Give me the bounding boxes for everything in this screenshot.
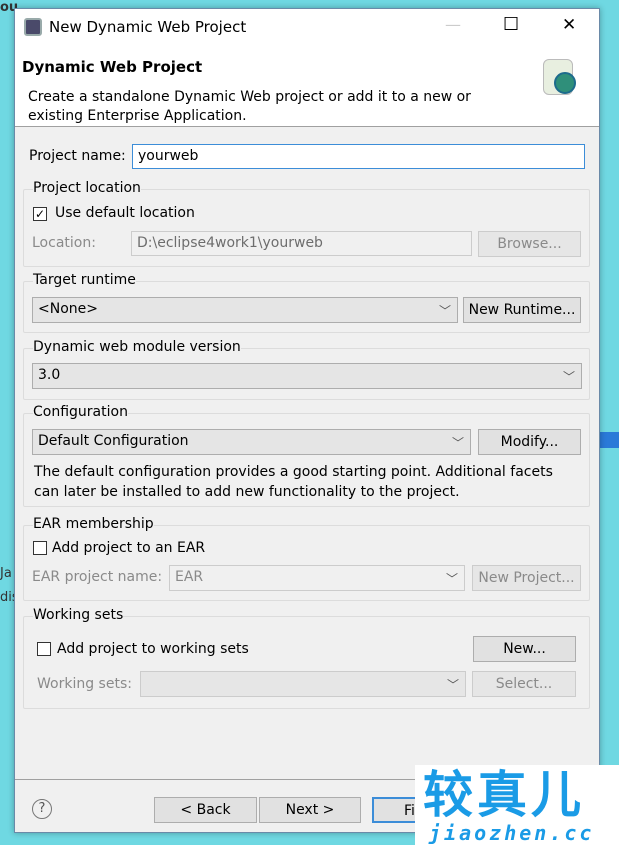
working-sets-label: Working sets bbox=[33, 607, 124, 623]
ear-project-value: EAR bbox=[175, 569, 204, 585]
eclipse-icon bbox=[24, 18, 42, 36]
new-working-set-button[interactable]: New... bbox=[473, 636, 576, 662]
page-description: existing Enterprise Application. bbox=[28, 108, 247, 124]
minimize-button[interactable]: — bbox=[445, 15, 461, 34]
module-version-value: 3.0 bbox=[38, 367, 61, 383]
chevron-down-icon: ﹀ bbox=[562, 370, 575, 384]
location-input[interactable]: D:\eclipse4work1\yourweb bbox=[131, 231, 472, 256]
background-selection bbox=[600, 432, 619, 448]
window-title: New Dynamic Web Project bbox=[49, 18, 247, 36]
page-title: Dynamic Web Project bbox=[22, 58, 203, 76]
back-button[interactable]: < Back bbox=[154, 797, 257, 823]
target-runtime-label: Target runtime bbox=[33, 272, 136, 288]
new-project-button[interactable]: New Project... bbox=[472, 565, 581, 591]
watermark-cn: 较真儿 bbox=[423, 766, 585, 824]
project-location-label: Project location bbox=[33, 180, 141, 196]
project-name-input[interactable]: yourweb bbox=[132, 144, 585, 169]
chevron-down-icon: ﹀ bbox=[451, 436, 464, 450]
maximize-button[interactable]: ☐ bbox=[503, 14, 519, 35]
select-working-sets-button[interactable]: Select... bbox=[472, 671, 576, 697]
use-default-location-label: Use default location bbox=[55, 205, 195, 221]
location-label: Location: bbox=[32, 235, 96, 251]
target-runtime-select[interactable]: <None> ﹀ bbox=[32, 297, 458, 323]
configuration-label: Configuration bbox=[33, 404, 128, 420]
watermark-logo: 较真儿 jiaozhen.cc bbox=[415, 765, 619, 845]
ear-membership-label: EAR membership bbox=[33, 516, 154, 532]
target-runtime-value: <None> bbox=[38, 301, 98, 317]
wizard-header: Dynamic Web Project Create a standalone … bbox=[15, 45, 599, 127]
ear-project-name-label: EAR project name: bbox=[32, 569, 163, 585]
module-version-select[interactable]: 3.0 ﹀ bbox=[32, 363, 582, 389]
browse-button[interactable]: Browse... bbox=[478, 231, 581, 257]
add-to-working-sets-label: Add project to working sets bbox=[57, 641, 249, 657]
add-to-working-sets-checkbox[interactable] bbox=[37, 642, 51, 656]
title-bar: New Dynamic Web Project — ☐ ✕ bbox=[15, 9, 599, 45]
background-text: Ja bbox=[0, 566, 12, 581]
chevron-down-icon: ﹀ bbox=[445, 572, 458, 586]
new-runtime-button[interactable]: New Runtime... bbox=[463, 297, 581, 323]
use-default-location-checkbox[interactable]: ✓ bbox=[33, 207, 47, 221]
page-description: Create a standalone Dynamic Web project … bbox=[28, 89, 471, 105]
project-name-label: Project name: bbox=[29, 148, 126, 164]
configuration-value: Default Configuration bbox=[38, 433, 189, 449]
ear-project-select[interactable]: EAR ﹀ bbox=[169, 565, 465, 591]
add-to-ear-label: Add project to an EAR bbox=[52, 540, 206, 556]
module-version-label: Dynamic web module version bbox=[33, 339, 241, 355]
working-sets-field-label: Working sets: bbox=[37, 676, 132, 692]
modify-button[interactable]: Modify... bbox=[478, 429, 581, 455]
configuration-description: can later be installed to add new functi… bbox=[34, 484, 460, 500]
configuration-select[interactable]: Default Configuration ﹀ bbox=[32, 429, 471, 455]
globe-icon bbox=[554, 72, 576, 94]
new-dynamic-web-project-dialog: New Dynamic Web Project — ☐ ✕ Dynamic We… bbox=[14, 8, 600, 833]
configuration-description: The default configuration provides a goo… bbox=[34, 464, 553, 480]
jar-icon bbox=[543, 59, 576, 95]
add-to-ear-checkbox[interactable] bbox=[33, 541, 47, 555]
help-icon[interactable]: ? bbox=[32, 799, 52, 819]
chevron-down-icon: ﹀ bbox=[446, 678, 459, 692]
watermark-url: jiaozhen.cc bbox=[429, 821, 595, 845]
close-button[interactable]: ✕ bbox=[562, 15, 576, 35]
chevron-down-icon: ﹀ bbox=[438, 304, 451, 318]
next-button[interactable]: Next > bbox=[259, 797, 361, 823]
working-sets-select[interactable]: ﹀ bbox=[140, 671, 466, 697]
